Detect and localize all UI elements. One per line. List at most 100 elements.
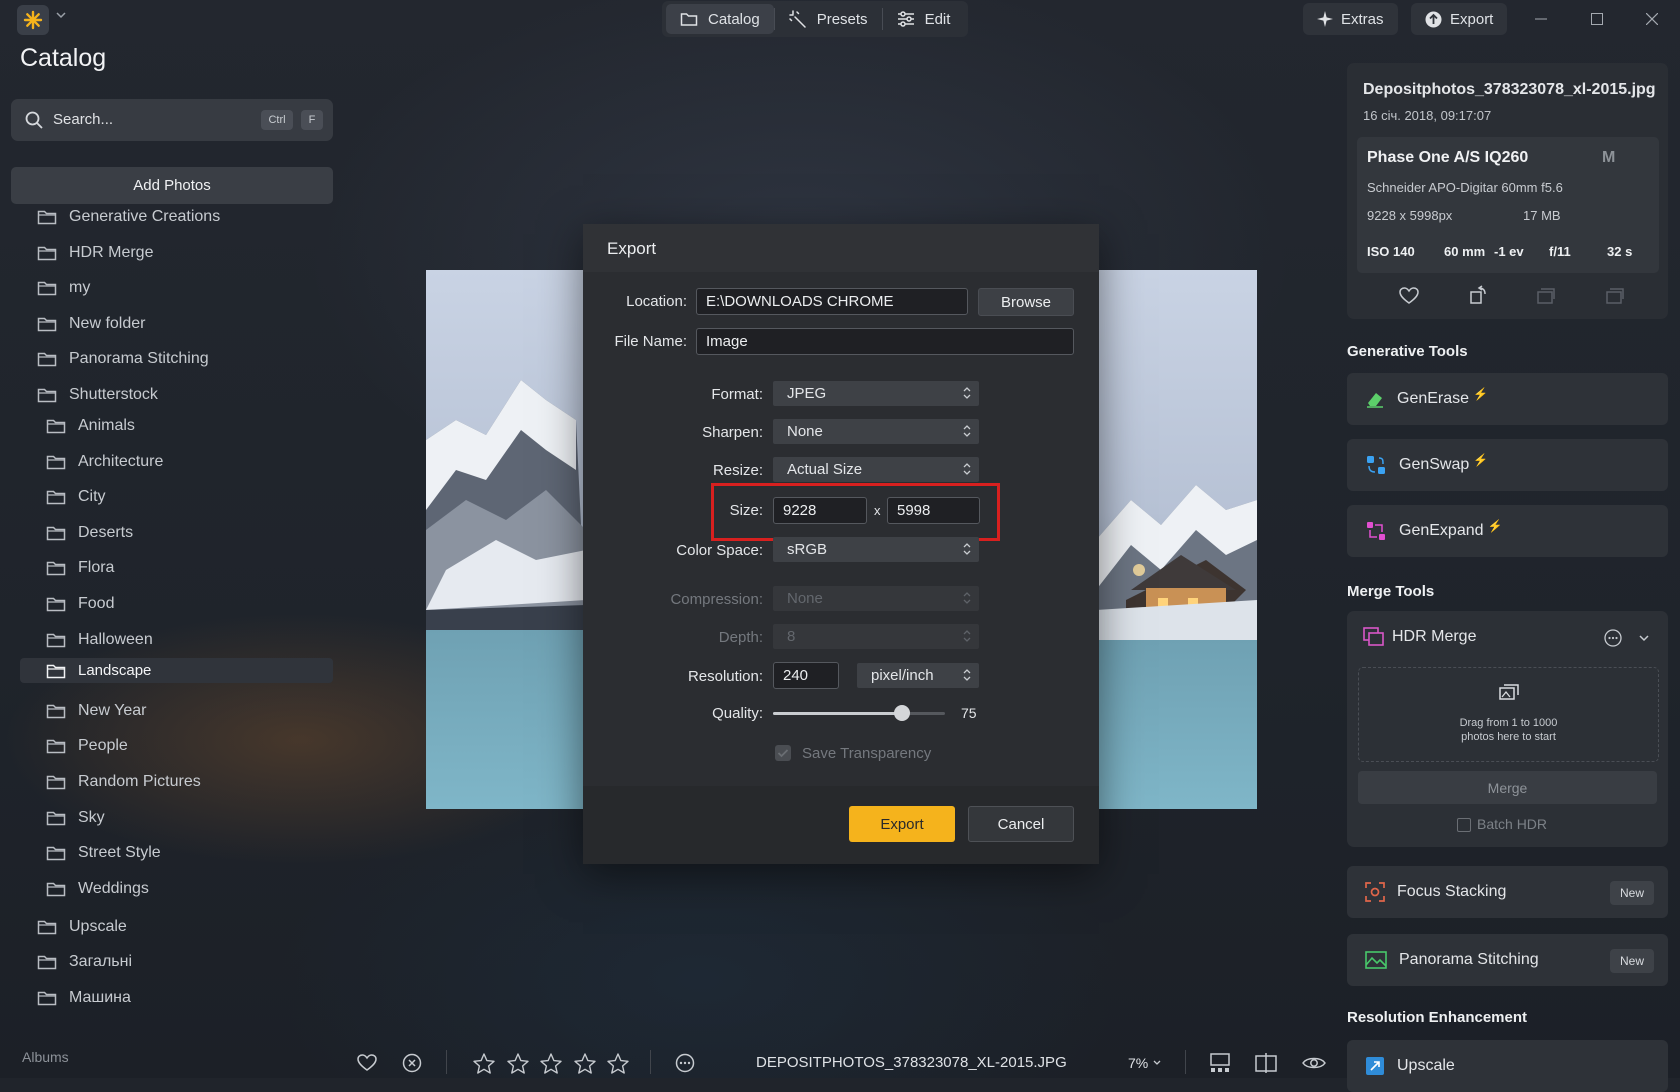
folder-label: Deserts [78,523,134,541]
more-options-icon[interactable] [1604,629,1622,647]
folder-item[interactable]: People [46,729,128,763]
search-input[interactable]: Search... Ctrl F [11,99,333,141]
folder-item[interactable]: Halloween [46,623,153,657]
app-logo[interactable] [17,5,49,35]
zoom-select[interactable]: 7% [1128,1055,1162,1071]
tab-presets[interactable]: Presets [775,4,882,34]
genexpand-tool[interactable]: GenExpand ⚡ [1347,505,1668,557]
shortcut-ctrl: Ctrl [261,110,293,130]
tab-edit[interactable]: Edit [883,4,965,34]
cancel-button[interactable]: Cancel [968,806,1074,842]
close-icon[interactable] [1639,6,1665,32]
resize-label: Resize: [712,462,763,479]
chevron-down-icon[interactable] [1638,632,1650,644]
format-select[interactable]: JPEG [773,381,979,406]
folder-item[interactable]: Upscale [37,910,127,944]
folder-icon [46,663,66,679]
folder-icon [46,632,66,648]
rotate-icon[interactable] [1469,285,1489,305]
minimize-icon[interactable] [1528,6,1554,32]
info-filename: Depositphotos_378323078_xl-2015.jpg [1363,81,1656,98]
exposure-mode: M [1602,149,1616,166]
resolution-field[interactable]: 240 [773,662,839,689]
heart-icon[interactable] [354,1050,380,1076]
upscale-tool[interactable]: Upscale [1347,1040,1668,1092]
star-icon[interactable] [471,1050,497,1076]
batch-hdr-checkbox[interactable] [1457,818,1471,832]
maximize-icon[interactable] [1584,6,1610,32]
resolution-unit-select[interactable]: pixel/inch [857,663,979,688]
lightning-icon: ⚡ [1487,519,1503,533]
star-icon[interactable] [572,1050,598,1076]
eye-icon[interactable] [1301,1050,1327,1076]
location-field[interactable]: E:\DOWNLOADS CHROME [696,288,968,315]
folder-label: Food [78,595,115,612]
upload-icon [1425,11,1442,27]
reject-icon[interactable] [399,1050,425,1076]
star-icon[interactable] [538,1050,564,1076]
compare-view-icon[interactable] [1253,1050,1279,1076]
folder-item[interactable]: Generative Creations [37,200,220,234]
sharpen-select[interactable]: None [773,419,979,444]
bottom-filename: DEPOSITPHOTOS_378323078_XL-2015.JPG [756,1054,1067,1071]
export-top-button[interactable]: Export [1411,3,1508,35]
folder-icon [37,387,57,403]
focus-stacking-tool[interactable]: Focus Stacking New [1347,866,1668,918]
merge-button[interactable]: Merge [1358,771,1657,804]
folder-item[interactable]: Weddings [46,872,149,906]
folder-item[interactable]: Random Pictures [46,765,201,799]
folder-item[interactable]: Sky [46,801,105,835]
colorspace-select[interactable]: sRGB [773,537,979,562]
folder-item[interactable]: HDR Merge [37,236,153,270]
tab-presets-label: Presets [816,10,868,28]
folder-item[interactable]: Food [46,587,114,621]
albums-header[interactable]: Albums [22,1049,69,1065]
tab-edit-label: Edit [924,10,951,28]
generase-tool[interactable]: GenErase ⚡ [1347,373,1668,425]
resize-select[interactable]: Actual Size [773,457,979,482]
depth-select: 8 [773,624,979,649]
main-nav: Catalog Presets Edit [662,1,969,37]
folder-item[interactable]: Architecture [46,445,163,479]
folder-label: Generative Creations [69,208,221,225]
updown-arrow-icon [963,543,971,555]
heart-icon[interactable] [1399,287,1419,305]
folder-icon [680,13,698,26]
shortcut-key: F [301,110,323,130]
drop-zone[interactable]: Drag from 1 to 1000 photos here to start [1358,667,1659,762]
browse-button[interactable]: Browse [978,288,1074,316]
sharpen-label: Sharpen: [702,424,763,441]
folder-item[interactable]: Animals [46,409,135,443]
filename-field[interactable]: Image [696,328,1074,355]
folder-item[interactable]: Street Style [46,836,161,870]
folder-item[interactable]: Загальні [37,945,132,979]
add-photos-button[interactable]: Add Photos [11,167,333,204]
folder-item[interactable]: my [37,271,90,305]
quality-slider-thumb[interactable] [894,705,910,721]
quality-label: Quality: [712,705,763,722]
folder-item[interactable]: Panorama Stitching [37,342,209,376]
filmstrip-icon[interactable] [1207,1050,1233,1076]
more-options-icon[interactable] [672,1050,698,1076]
folder-item[interactable]: City [46,480,106,514]
tab-catalog[interactable]: Catalog [666,4,774,34]
folder-icon [46,738,66,754]
folder-item[interactable]: Landscape [20,658,333,684]
chevron-down-icon[interactable] [55,9,67,21]
folder-item[interactable]: Shutterstock [37,378,158,412]
compression-label: Compression: [670,591,763,608]
folder-item[interactable]: Машина [37,981,131,1015]
folder-item[interactable]: New folder [37,307,145,341]
export-button[interactable]: Export [849,806,955,842]
quality-slider[interactable] [773,705,945,721]
extras-button[interactable]: Extras [1303,3,1398,35]
folder-item[interactable]: New Year [46,694,147,728]
folder-item[interactable]: Flora [46,551,114,585]
panorama-stitching-tool[interactable]: Panorama Stitching New [1347,934,1668,986]
genswap-tool[interactable]: GenSwap ⚡ [1347,439,1668,491]
star-icon[interactable] [505,1050,531,1076]
star-icon[interactable] [605,1050,631,1076]
updown-arrow-icon [963,425,971,437]
folder-item[interactable]: Deserts [46,516,133,550]
folder-icon [46,881,66,897]
